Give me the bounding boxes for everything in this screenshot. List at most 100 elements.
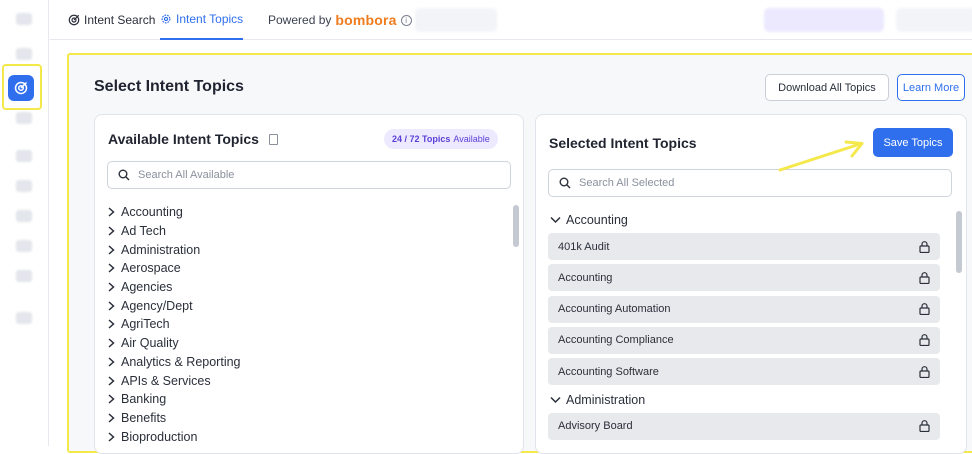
topic-label: Accounting <box>121 205 183 220</box>
available-topics-title: Available Intent Topics <box>108 131 259 147</box>
selected-topic-item[interactable]: Accounting <box>548 264 940 292</box>
chevron-down-icon <box>550 216 561 224</box>
selected-topic-label: Advisory Board <box>558 420 633 432</box>
info-icon[interactable]: i <box>400 14 412 26</box>
available-topic-item[interactable]: AgriTech <box>107 315 507 334</box>
tab-label: Intent Topics <box>176 12 244 26</box>
available-topic-item[interactable]: Accounting <box>107 203 507 222</box>
available-topic-item[interactable]: Banking <box>107 390 507 409</box>
topic-label: Bioproduction <box>121 429 198 444</box>
menu-icon[interactable] <box>16 13 32 25</box>
selected-topic-label: Accounting Software <box>558 365 659 378</box>
available-scrollbar[interactable] <box>513 205 519 247</box>
topics-available-badge <box>764 8 884 32</box>
available-topic-item[interactable]: Bioproduction <box>107 427 507 446</box>
available-topic-item[interactable]: APIs & Services <box>107 371 507 390</box>
search-icon <box>118 169 130 181</box>
lock-icon[interactable] <box>919 334 930 347</box>
available-topic-item[interactable]: Benefits <box>107 409 507 428</box>
available-topic-list: Accounting Ad Tech Administration Aerospace… <box>107 203 507 446</box>
chevron-right-icon <box>107 207 121 217</box>
lock-icon[interactable] <box>919 271 930 284</box>
top-bar: Intent Search Intent Topics Powered by b… <box>50 0 972 40</box>
intent-nav-button[interactable] <box>8 75 34 101</box>
nav-icon-3[interactable] <box>16 150 32 162</box>
selected-topic-item[interactable]: Accounting Compliance <box>548 326 940 354</box>
topic-label: Analytics & Reporting <box>121 354 241 369</box>
nav-icon-8[interactable] <box>16 312 32 324</box>
lock-icon[interactable] <box>919 303 930 316</box>
bombora-logo: bombora <box>335 12 397 28</box>
selected-topic-item[interactable]: Advisory Board <box>548 412 940 440</box>
nav-icon-7[interactable] <box>16 270 32 282</box>
available-topic-item[interactable]: Aerospace <box>107 259 507 278</box>
nav-icon-6[interactable] <box>16 240 32 252</box>
selected-group-header[interactable]: Administration <box>550 391 645 409</box>
topic-label: APIs & Services <box>121 373 211 388</box>
topic-label: Air Quality <box>121 336 179 351</box>
chevron-right-icon <box>107 413 121 423</box>
topic-label: Agency/Dept <box>121 298 193 313</box>
selected-topic-item[interactable]: Accounting Automation <box>548 295 940 323</box>
selected-topic-label: Accounting <box>558 271 613 284</box>
topic-label: Aerospace <box>121 261 181 276</box>
chevron-right-icon <box>107 226 121 236</box>
document-icon[interactable] <box>269 134 278 145</box>
selected-scrollbar[interactable] <box>956 211 962 273</box>
search-selected[interactable] <box>548 169 952 197</box>
topics-available-badge: 24 / 72 Topics Available <box>384 129 498 149</box>
chevron-right-icon <box>107 319 121 330</box>
search-selected-input[interactable] <box>579 177 913 189</box>
selected-topics-panel: Selected Intent Topics Save Topics Accou… <box>535 114 967 454</box>
selected-topics-title: Selected Intent Topics <box>549 135 697 151</box>
tab-intent-search[interactable]: Intent Search <box>68 0 155 40</box>
selected-topic-item[interactable]: Accounting Software <box>548 358 940 386</box>
selected-topic-item[interactable]: 401k Audit <box>548 233 940 260</box>
take-tour-button[interactable] <box>415 8 497 32</box>
chevron-right-icon <box>107 282 121 292</box>
lock-icon[interactable] <box>919 365 930 378</box>
group-label: Accounting <box>566 213 628 227</box>
lock-icon[interactable] <box>919 420 930 432</box>
learn-more-button[interactable]: Learn More <box>897 74 965 101</box>
topic-label: Agencies <box>121 280 173 295</box>
badge-suffix: Available <box>453 134 490 144</box>
topic-label: Banking <box>121 392 167 407</box>
selected-topic-label: 401k Audit <box>558 240 610 253</box>
topic-label: Ad Tech <box>121 224 166 239</box>
powered-by-label: Powered by <box>268 13 332 27</box>
chevron-right-icon <box>107 375 121 386</box>
tab-intent-topics[interactable]: Intent Topics <box>160 0 244 40</box>
lock-icon[interactable] <box>919 240 930 253</box>
tab-label: Intent Search <box>84 13 156 27</box>
search-available-input[interactable] <box>138 169 472 181</box>
available-topic-item[interactable]: Air Quality <box>107 334 507 353</box>
left-rail <box>0 0 49 446</box>
search-available[interactable] <box>107 161 511 189</box>
nav-icon-2[interactable] <box>16 112 32 124</box>
badge-count: 24 / 72 Topics <box>392 134 451 144</box>
selected-topic-label: Accounting Automation <box>558 303 671 316</box>
chevron-right-icon <box>107 338 121 348</box>
chevron-right-icon <box>107 263 121 273</box>
upgrade-button[interactable] <box>896 8 972 32</box>
save-topics-button[interactable]: Save Topics <box>873 128 953 157</box>
chevron-right-icon <box>107 357 121 367</box>
nav-icon-5[interactable] <box>16 210 32 222</box>
nav-icon-4[interactable] <box>16 180 32 192</box>
chevron-down-icon <box>550 396 561 403</box>
available-topic-item[interactable]: Agencies <box>107 278 507 297</box>
search-icon <box>559 177 571 189</box>
available-topic-item[interactable]: Agency/Dept <box>107 296 507 315</box>
target-icon <box>68 14 80 26</box>
annotation-arrow <box>778 140 864 172</box>
available-topic-item[interactable]: Analytics & Reporting <box>107 353 507 372</box>
page-title: Select Intent Topics <box>94 78 244 95</box>
available-topic-item[interactable]: Ad Tech <box>107 222 507 241</box>
download-all-topics-button[interactable]: Download All Topics <box>765 74 889 101</box>
available-topic-item[interactable]: Administration <box>107 240 507 259</box>
topic-label: Administration <box>121 242 201 257</box>
nav-icon-1[interactable] <box>16 48 32 60</box>
available-topics-panel: Available Intent Topics 24 / 72 Topics A… <box>94 114 524 454</box>
selected-group-header[interactable]: Accounting <box>550 211 628 229</box>
